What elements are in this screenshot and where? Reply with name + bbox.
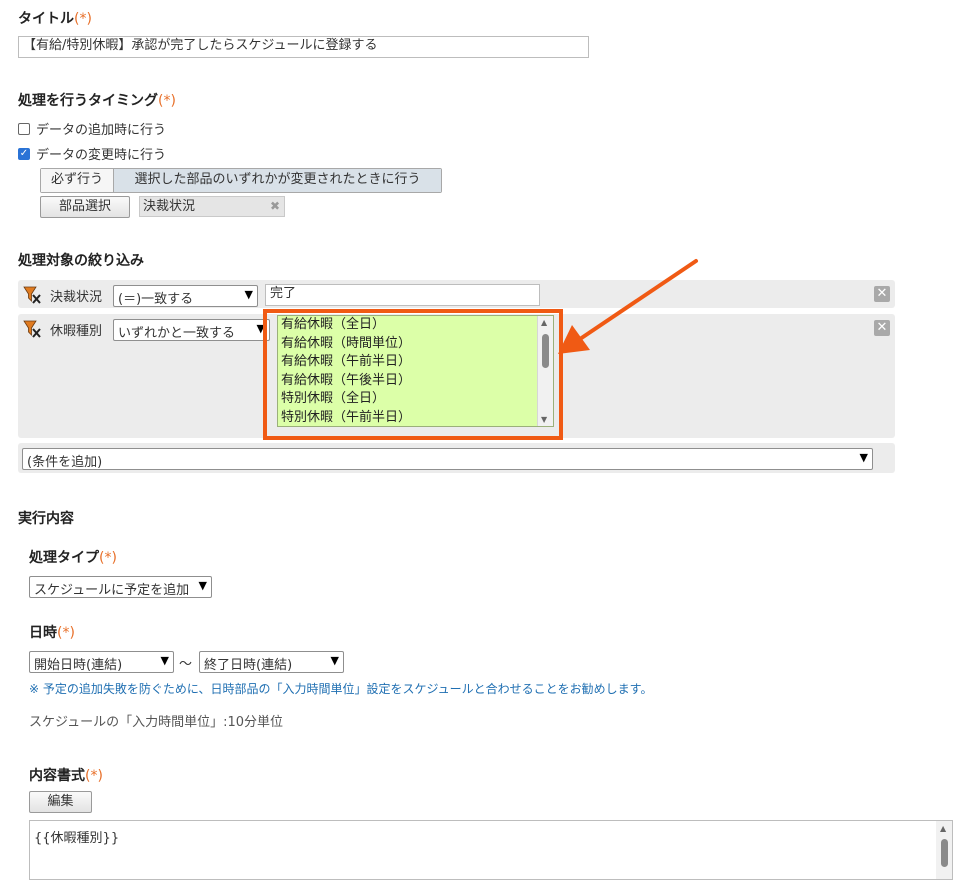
title-label: タイトル(*) <box>18 8 92 28</box>
condition-2-field: 休暇種別 <box>50 324 103 339</box>
condition-2-listbox[interactable]: 有給休暇（全日） 有給休暇（時間単位） 有給休暇（午前半日） 有給休暇（午後半日… <box>277 315 554 427</box>
condition-2-operator[interactable]: いずれかと一致する ▼ <box>113 319 270 341</box>
content-format-label-text: 内容書式 <box>29 768 85 784</box>
condition-2-operator-value: いずれかと一致する <box>118 326 236 341</box>
annotation-arrow-icon <box>558 259 698 354</box>
list-option[interactable]: 有給休暇（午前半日） <box>278 353 553 372</box>
title-required-mark: (*) <box>74 11 92 27</box>
list-option[interactable]: 有給休暇（午後半日） <box>278 372 553 391</box>
filter-icon <box>23 320 41 338</box>
chevron-down-icon: ▼ <box>244 288 253 301</box>
add-condition-select[interactable]: (条件を追加) ▼ <box>22 448 873 470</box>
checkmark-icon: ✓ <box>19 148 29 159</box>
title-input[interactable]: 【有給/特別休暇】承認が完了したらスケジュールに登録する <box>18 36 589 58</box>
on-add-label: データの追加時に行う <box>36 123 167 138</box>
edit-content-button[interactable]: 編集 <box>29 791 92 813</box>
condition-1-field: 決裁状況 <box>50 290 103 305</box>
scroll-thumb[interactable] <box>542 334 549 368</box>
start-datetime-value: 開始日時(連結) <box>34 658 123 673</box>
add-condition-value: (条件を追加) <box>27 455 103 470</box>
process-type-value: スケジュールに予定を追加 <box>34 583 190 598</box>
start-datetime-select[interactable]: 開始日時(連結) ▼ <box>29 651 174 673</box>
scroll-up-icon[interactable]: ▲ <box>940 824 946 833</box>
timing-label-text: 処理を行うタイミング <box>18 93 158 109</box>
timing-required-mark: (*) <box>158 93 176 109</box>
end-datetime-value: 終了日時(連結) <box>204 658 293 673</box>
chevron-down-icon: ▼ <box>859 451 868 464</box>
selected-field-tag: 決裁状況 ✖ <box>139 196 285 217</box>
datetime-note: ※ 予定の追加失敗を防ぐために、日時部品の「入力時間単位」設定をスケジュールと合… <box>29 682 653 696</box>
change-mode-segment: 必ず行う 選択した部品のいずれかが変更されたときに行う <box>40 168 442 193</box>
remove-condition-1-icon[interactable]: ✕ <box>874 286 890 302</box>
time-unit-info: スケジュールの「入力時間単位」:10分単位 <box>29 715 284 730</box>
scroll-up-icon[interactable]: ▲ <box>541 318 547 327</box>
selected-field-tag-label: 決裁状況 <box>143 199 196 214</box>
process-type-required-mark: (*) <box>99 550 117 566</box>
condition-1-value[interactable]: 完了 <box>265 284 540 306</box>
condition-1-operator[interactable]: (＝)一致する ▼ <box>113 285 258 307</box>
title-label-text: タイトル <box>18 11 74 27</box>
datetime-label: 日時(*) <box>29 622 75 642</box>
on-change-label: データの変更時に行う <box>36 148 167 163</box>
content-format-required-mark: (*) <box>85 768 103 784</box>
process-type-select[interactable]: スケジュールに予定を追加 ▼ <box>29 576 212 598</box>
content-format-textarea[interactable]: {{休暇種別}} ▲ <box>29 820 953 880</box>
list-option[interactable]: 有給休暇（時間単位） <box>278 335 553 354</box>
process-type-label-text: 処理タイプ <box>29 550 99 566</box>
chevron-down-icon: ▼ <box>330 654 339 667</box>
timing-label: 処理を行うタイミング(*) <box>18 90 176 110</box>
filter-label: 処理対象の絞り込み <box>18 253 144 269</box>
textarea-scrollbar[interactable]: ▲ <box>936 821 952 879</box>
list-option[interactable]: 特別休暇（全日） <box>278 390 553 409</box>
scroll-down-icon[interactable]: ▼ <box>541 415 547 424</box>
datetime-label-text: 日時 <box>29 625 57 641</box>
condition-1-operator-value: (＝)一致する <box>118 292 194 307</box>
content-format-label: 内容書式(*) <box>29 765 103 785</box>
datetime-required-mark: (*) <box>57 625 75 641</box>
execution-label: 実行内容 <box>18 511 74 527</box>
segment-always[interactable]: 必ず行う <box>41 169 114 192</box>
end-datetime-select[interactable]: 終了日時(連結) ▼ <box>199 651 344 673</box>
chevron-down-icon: ▼ <box>198 579 207 592</box>
process-type-label: 処理タイプ(*) <box>29 547 117 567</box>
datetime-separator: 〜 <box>179 657 193 672</box>
segment-selected-fields[interactable]: 選択した部品のいずれかが変更されたときに行う <box>114 169 441 192</box>
list-option[interactable]: 特別休暇（午前半日） <box>278 409 553 427</box>
scroll-thumb[interactable] <box>941 839 948 867</box>
chevron-down-icon: ▼ <box>160 654 169 667</box>
on-change-checkbox[interactable]: ✓ <box>18 148 30 160</box>
field-select-button[interactable]: 部品選択 <box>40 196 130 218</box>
filter-icon <box>23 286 41 304</box>
remove-condition-2-icon[interactable]: ✕ <box>874 320 890 336</box>
list-option[interactable]: 有給休暇（全日） <box>278 316 553 335</box>
on-add-checkbox[interactable] <box>18 123 30 135</box>
remove-tag-icon[interactable]: ✖ <box>270 197 280 216</box>
content-format-text: {{休暇種別}} <box>34 831 120 846</box>
